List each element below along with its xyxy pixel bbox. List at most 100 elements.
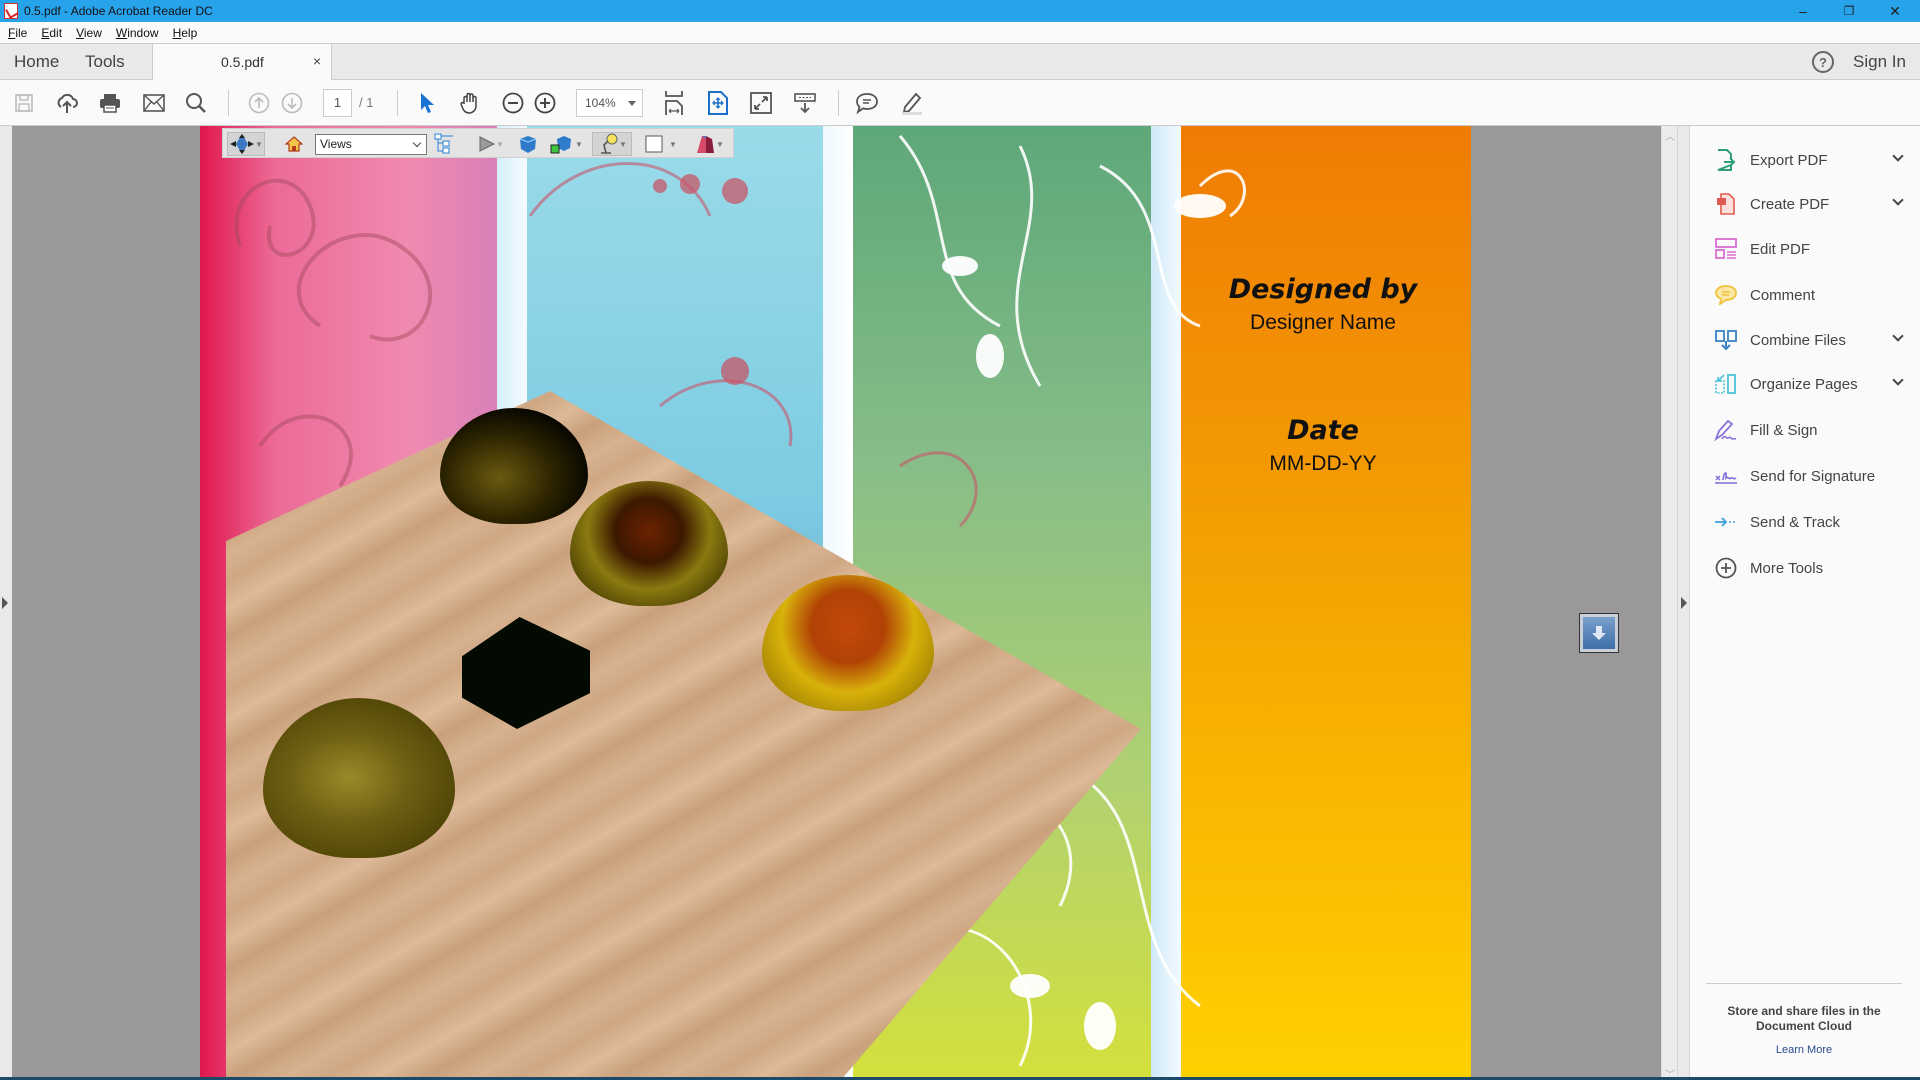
create-pdf-icon (1714, 192, 1738, 216)
select-tool-icon[interactable] (414, 90, 440, 116)
acrobat-app-icon (4, 3, 18, 19)
restore-button[interactable]: ❐ (1826, 0, 1872, 22)
scroll-mode-icon[interactable] (792, 90, 818, 116)
tool-comment[interactable]: Comment (1714, 280, 1910, 310)
projection-icon[interactable] (515, 132, 541, 156)
3d-toolbar: ▼ Views ▼ ▼ ▼ ▼ ▼ (222, 128, 734, 158)
model-tree-icon[interactable] (431, 132, 457, 156)
chevron-down-icon[interactable] (1892, 150, 1904, 162)
views-dropdown-value: Views (320, 137, 352, 151)
toolbar-divider (397, 90, 398, 116)
menu-help[interactable]: Help (173, 26, 198, 40)
menu-view[interactable]: View (76, 26, 102, 40)
tools-panel: Export PDF Create PDF Edit PDF Comment C… (1690, 126, 1920, 1080)
home-view-icon[interactable] (283, 132, 305, 156)
designer-info: Designed by Designer Name Date MM-DD-YY (1175, 274, 1471, 476)
designer-name: Designer Name (1250, 311, 1396, 334)
tool-export-pdf[interactable]: Export PDF (1714, 145, 1910, 175)
date-value: MM-DD-YY (1269, 452, 1377, 475)
pdf-page: ▼ Views ▼ ▼ ▼ ▼ ▼ Designed by Designer N… (200, 126, 1471, 1080)
designed-by-label: Designed by (1228, 274, 1418, 305)
menu-file[interactable]: File (8, 26, 27, 40)
expand-left-panel-icon[interactable] (2, 597, 8, 609)
send-signature-icon (1714, 464, 1738, 488)
document-viewport[interactable]: ▼ Views ▼ ▼ ▼ ▼ ▼ Designed by Designer N… (12, 126, 1661, 1080)
zoom-level-select[interactable]: 104% (576, 89, 643, 117)
tool-send-for-signature[interactable]: Send for Signature (1714, 461, 1910, 491)
fit-width-icon[interactable] (661, 90, 687, 116)
window-title: 0.5.pdf - Adobe Acrobat Reader DC (24, 4, 213, 18)
title-bar: 0.5.pdf - Adobe Acrobat Reader DC – ❐ ✕ (0, 0, 1920, 22)
chevron-down-icon[interactable] (1892, 330, 1904, 342)
document-cloud-promo: Store and share files in the Document Cl… (1706, 983, 1902, 1058)
comment-icon[interactable] (854, 90, 880, 116)
fit-page-icon[interactable] (705, 90, 731, 116)
send-track-icon (1714, 510, 1738, 534)
page-total: / 1 (359, 95, 374, 110)
main-toolbar: 1 / 1 104% (0, 80, 1920, 126)
next-page-icon[interactable] (279, 90, 305, 116)
rotate-3d-icon (230, 134, 255, 154)
learn-more-link[interactable]: Learn More (1776, 1044, 1832, 1056)
zoom-level-value: 104% (585, 96, 616, 110)
toolbar-divider (838, 90, 839, 116)
highlight-pen-icon[interactable] (898, 90, 924, 116)
menu-edit[interactable]: Edit (41, 26, 62, 40)
scroll-up-icon[interactable]: ︿ (1665, 128, 1675, 143)
zoom-in-icon[interactable] (532, 90, 558, 116)
fill-sign-icon (1714, 418, 1738, 442)
help-icon[interactable]: ? (1812, 51, 1834, 73)
print-icon[interactable] (97, 90, 123, 116)
3d-rotate-tool[interactable]: ▼ (227, 132, 265, 156)
document-tab-label: 0.5.pdf (221, 54, 264, 70)
tool-send-track[interactable]: Send & Track (1714, 507, 1910, 537)
upload-cloud-icon[interactable] (54, 90, 80, 116)
background-color-icon[interactable]: ▼ (641, 132, 681, 156)
tool-fill-sign[interactable]: Fill & Sign (1714, 415, 1910, 445)
collapse-right-panel-strip[interactable] (1677, 126, 1690, 1080)
vertical-scrollbar[interactable]: ︿ ﹀ (1661, 126, 1677, 1080)
hand-tool-icon[interactable] (457, 90, 483, 116)
render-mode-icon[interactable]: ▼ (546, 132, 586, 156)
comment-icon (1714, 283, 1738, 307)
tab-tools[interactable]: Tools (85, 52, 125, 72)
close-tab-icon[interactable]: × (313, 53, 321, 69)
export-pdf-icon (1714, 148, 1738, 172)
menu-window[interactable]: Window (116, 26, 159, 40)
tool-more-tools[interactable]: More Tools (1714, 553, 1910, 583)
tab-document[interactable]: 0.5.pdf × (152, 43, 332, 80)
tool-combine-files[interactable]: Combine Files (1714, 325, 1910, 355)
edit-pdf-icon (1714, 237, 1738, 261)
play-animation-icon[interactable]: ▼ (473, 132, 509, 156)
email-icon[interactable] (141, 90, 167, 116)
tool-organize-pages[interactable]: Organize Pages (1714, 369, 1910, 399)
lighting-icon[interactable]: ▼ (592, 132, 632, 156)
page-number-input[interactable]: 1 (323, 89, 352, 117)
minimize-button[interactable]: – (1780, 0, 1826, 22)
organize-pages-icon (1714, 372, 1738, 396)
tool-edit-pdf[interactable]: Edit PDF (1714, 234, 1910, 264)
full-screen-icon[interactable] (748, 90, 774, 116)
menu-bar: File Edit View Window Help (0, 22, 1920, 43)
zoom-out-icon[interactable] (500, 90, 526, 116)
previous-page-icon[interactable] (246, 90, 272, 116)
collapse-panel-icon[interactable] (1681, 597, 1687, 609)
arrow-down-icon (1592, 626, 1606, 640)
close-window-button[interactable]: ✕ (1872, 0, 1918, 22)
save-icon[interactable] (11, 90, 37, 116)
dropdown-arrow-icon: ▼ (255, 139, 263, 149)
tab-home[interactable]: Home (14, 52, 59, 72)
toolbar-divider (228, 90, 229, 116)
cross-section-icon[interactable]: ▼ (689, 132, 729, 156)
chevron-down-icon (628, 101, 636, 106)
combine-files-icon (1714, 328, 1738, 352)
chevron-down-icon[interactable] (1892, 374, 1904, 386)
more-tools-icon (1714, 556, 1738, 580)
tool-create-pdf[interactable]: Create PDF (1714, 189, 1910, 219)
chevron-down-icon[interactable] (1892, 194, 1904, 206)
views-dropdown[interactable]: Views (315, 134, 427, 155)
sign-in-button[interactable]: Sign In (1853, 52, 1906, 72)
3d-activation-button[interactable] (1579, 613, 1619, 653)
date-label: Date (1287, 415, 1359, 446)
search-icon[interactable] (183, 90, 209, 116)
